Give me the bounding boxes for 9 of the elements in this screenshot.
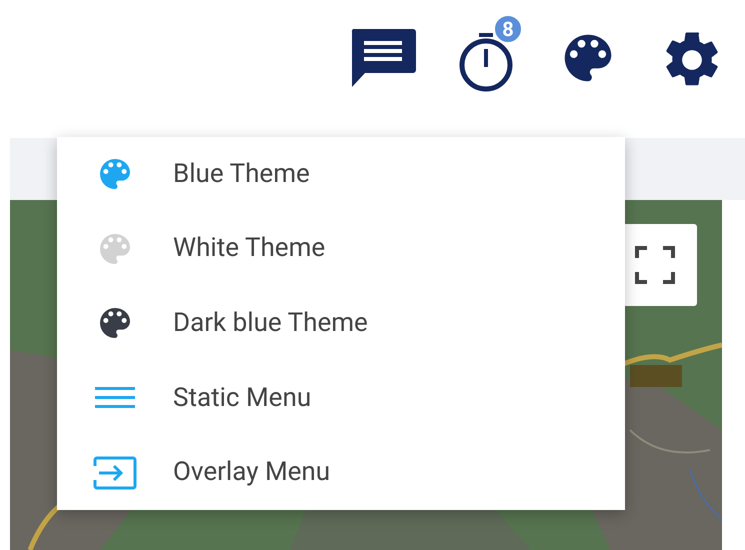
menu-item[interactable]: Static Menu <box>57 360 625 436</box>
notification-badge: 8 <box>493 14 523 44</box>
menu-item[interactable]: Overlay Menu <box>57 435 625 510</box>
menu-item[interactable]: White Theme <box>57 212 625 286</box>
menu-item[interactable]: Dark blue Theme <box>57 286 625 361</box>
menu-item[interactable]: Blue Theme <box>57 137 625 212</box>
sign-in-icon <box>93 456 137 490</box>
chat-icon[interactable] <box>349 27 417 89</box>
fullscreen-icon <box>634 246 674 284</box>
